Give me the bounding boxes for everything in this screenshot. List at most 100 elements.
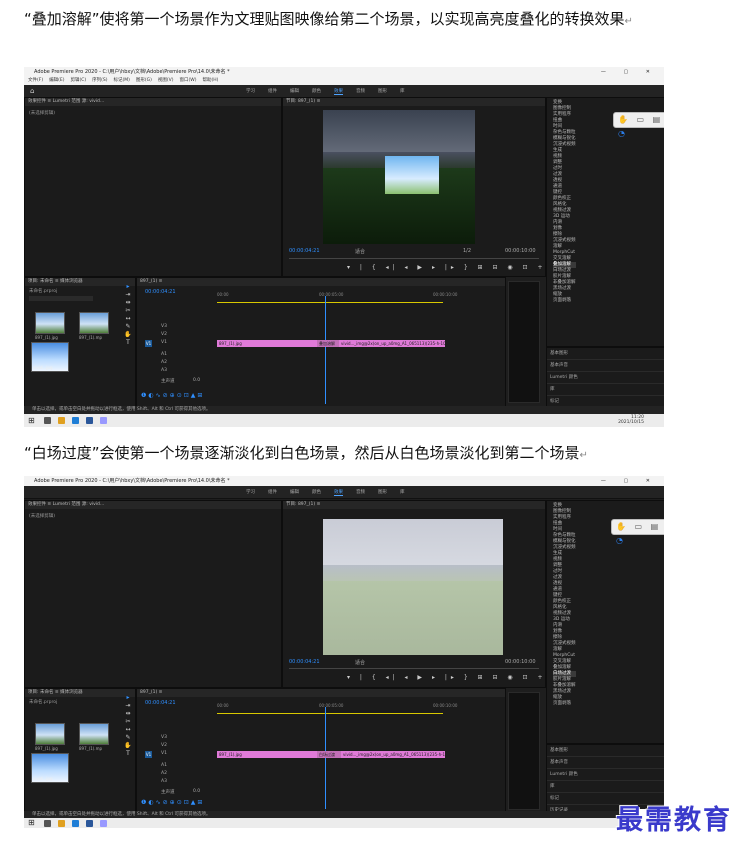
workspace-learn[interactable]: 学习	[246, 489, 255, 495]
project-tabs[interactable]: 项目: 未命名 ≡ 媒体浏览器	[25, 278, 135, 286]
transition-additive-dissolve[interactable]: 叠加溶解	[317, 340, 341, 347]
workspace-edit[interactable]: 编辑	[290, 489, 299, 495]
menu-view[interactable]: 视图(V)	[158, 78, 174, 83]
track-target-v1[interactable]: V1	[145, 340, 152, 347]
menu-clip[interactable]: 剪辑(C)	[70, 78, 86, 83]
workspace-library[interactable]: 库	[400, 489, 405, 495]
effect-folder[interactable]: 页面剥落	[553, 298, 576, 304]
slip-icon[interactable]: ↔	[124, 726, 132, 734]
timeline-timecode[interactable]: 00:00:04:21	[145, 700, 176, 706]
menu-sequence[interactable]: 序列(S)	[92, 78, 107, 83]
project-search-input[interactable]	[29, 296, 93, 301]
thumbnail-clip-1[interactable]	[35, 312, 65, 334]
clip-b[interactable]: vivid..._img@2x(on_up_a0mg_A1_065113)(23…	[341, 751, 445, 758]
playhead[interactable]	[325, 296, 326, 404]
windows-start-icon[interactable]: ⊞	[28, 416, 35, 425]
fit-dropdown[interactable]: 适合	[355, 659, 365, 666]
track-target-v1[interactable]: V1	[145, 751, 152, 758]
sequence-tab[interactable]: 897_(1) ≡	[137, 278, 505, 286]
hand-icon[interactable]: ✋	[124, 331, 132, 339]
panel-essential-sound[interactable]: 基本声音	[547, 360, 664, 372]
windows-start-icon[interactable]: ⊞	[28, 818, 35, 827]
program-timecode[interactable]: 00:00:04:21	[289, 248, 320, 254]
menu-window[interactable]: 窗口(W)	[180, 78, 197, 83]
timeline-tool-icons[interactable]: ❶◐∿⊘⊕⊙⊡▲⊞	[141, 392, 204, 399]
explorer-icon[interactable]	[58, 417, 65, 424]
menu-marker[interactable]: 标记(M)	[114, 78, 130, 83]
floating-toolbar[interactable]: ✋ ▭ ▤ ◔	[611, 519, 664, 545]
menu-graphics[interactable]: 图形(G)	[136, 78, 152, 83]
panel-lumetri-color[interactable]: Lumetri 颜色	[547, 769, 664, 781]
panel-libraries[interactable]: 库	[547, 781, 664, 793]
premiere-icon[interactable]	[100, 417, 107, 424]
panel-lumetri-color[interactable]: Lumetri 颜色	[547, 372, 664, 384]
razor-icon[interactable]: ✂	[124, 718, 132, 726]
fit-dropdown[interactable]: 适合	[355, 248, 365, 255]
slip-icon[interactable]: ↔	[124, 315, 132, 323]
workspace-audio[interactable]: 音频	[356, 88, 365, 94]
type-icon[interactable]: T	[124, 339, 132, 347]
search-icon[interactable]	[44, 820, 51, 827]
sequence-tab[interactable]: 897_(1) ≡	[137, 689, 505, 697]
track-select-icon[interactable]: ⇥	[124, 702, 132, 710]
edge-icon[interactable]	[72, 820, 79, 827]
menu-file[interactable]: 文件(F)	[28, 78, 43, 83]
workspace-color[interactable]: 颜色	[312, 88, 321, 94]
panel-libraries[interactable]: 库	[547, 384, 664, 396]
clip-a[interactable]: 897_(1).jpg	[217, 340, 319, 347]
timeline-tool-icons[interactable]: ❶◐∿⊘⊕⊙⊡▲⊞	[141, 799, 204, 806]
pen-icon[interactable]: ✎	[124, 734, 132, 742]
floating-toolbar[interactable]: ✋ ▭ ▤ ◔	[613, 112, 664, 138]
program-scrubber[interactable]	[289, 668, 539, 669]
workspace-assembly[interactable]: 组件	[268, 489, 277, 495]
work-area-bar[interactable]	[217, 713, 443, 714]
workspace-library[interactable]: 库	[400, 88, 405, 94]
clip-b[interactable]: vivid..._img@2x(on_up_a0mg_A1_065113)(23…	[339, 340, 445, 347]
edge-icon[interactable]	[72, 417, 79, 424]
ripple-edit-icon[interactable]: ⇹	[124, 710, 132, 718]
program-monitor-title[interactable]: 节目: 897_(1) ≡	[283, 501, 545, 509]
transition-white[interactable]: 白场过渡	[317, 751, 343, 758]
window-controls[interactable]: — ▢ ✕	[601, 67, 658, 77]
program-monitor-title[interactable]: 节目: 897_(1) ≡	[283, 98, 545, 106]
effect-controls-tabs[interactable]: 效果控件 ≡ Lumetri 范围 源: vivid...	[25, 501, 281, 509]
explorer-icon[interactable]	[58, 820, 65, 827]
workspace-graphics[interactable]: 图形	[378, 489, 387, 495]
program-timecode[interactable]: 00:00:04:21	[289, 659, 320, 665]
track-select-icon[interactable]: ⇥	[124, 291, 132, 299]
workspace-assembly[interactable]: 组件	[268, 88, 277, 94]
type-icon[interactable]: T	[124, 750, 132, 758]
workspace-effects[interactable]: 效果	[334, 88, 343, 95]
thumbnail-clip-1[interactable]	[35, 723, 65, 745]
ripple-edit-icon[interactable]: ⇹	[124, 299, 132, 307]
search-icon[interactable]	[44, 417, 51, 424]
menu-help[interactable]: 帮助(H)	[202, 78, 218, 83]
selection-tool-icon[interactable]: ▸	[124, 694, 132, 702]
selection-tool-icon[interactable]: ▸	[124, 283, 132, 291]
razor-icon[interactable]: ✂	[124, 307, 132, 315]
workspace-effects[interactable]: 效果	[334, 489, 343, 496]
transport-controls[interactable]: ▾ | { ◂| ◂ ▶ ▸ |▸ } ⊞ ⊟ ◉ ⊡ +	[347, 264, 547, 271]
workspace-edit[interactable]: 编辑	[290, 88, 299, 94]
window-controls[interactable]: — ▢ ✕	[601, 476, 658, 486]
panel-essential-graphics[interactable]: 基本图形	[547, 745, 664, 757]
effect-controls-tabs[interactable]: 效果控件 ≡ Lumetri 范围 源: vivid...	[25, 98, 281, 106]
resolution-dropdown[interactable]: 1/2	[463, 248, 471, 254]
transport-controls[interactable]: ▾ | { ◂| ◂ ▶ ▸ |▸ } ⊞ ⊟ ◉ ⊡ +	[347, 674, 547, 681]
program-scrubber[interactable]	[289, 258, 539, 259]
premiere-icon[interactable]	[100, 820, 107, 827]
workspace-learn[interactable]: 学习	[246, 88, 255, 94]
clip-a[interactable]: 897_(1).jpg	[217, 751, 319, 758]
word-icon[interactable]	[86, 820, 93, 827]
effect-folder[interactable]: 页面剥落	[553, 701, 576, 707]
home-icon[interactable]: ⌂	[30, 87, 34, 95]
project-tabs[interactable]: 项目: 未命名 ≡ 媒体浏览器	[25, 689, 135, 697]
panel-essential-graphics[interactable]: 基本图形	[547, 348, 664, 360]
workspace-graphics[interactable]: 图形	[378, 88, 387, 94]
thumbnail-clip-2[interactable]	[79, 723, 109, 745]
hand-icon[interactable]: ✋	[124, 742, 132, 750]
timeline-timecode[interactable]: 00:00:04:21	[145, 289, 176, 295]
pen-icon[interactable]: ✎	[124, 323, 132, 331]
thumbnail-clip-2[interactable]	[79, 312, 109, 334]
playhead[interactable]	[325, 707, 326, 809]
